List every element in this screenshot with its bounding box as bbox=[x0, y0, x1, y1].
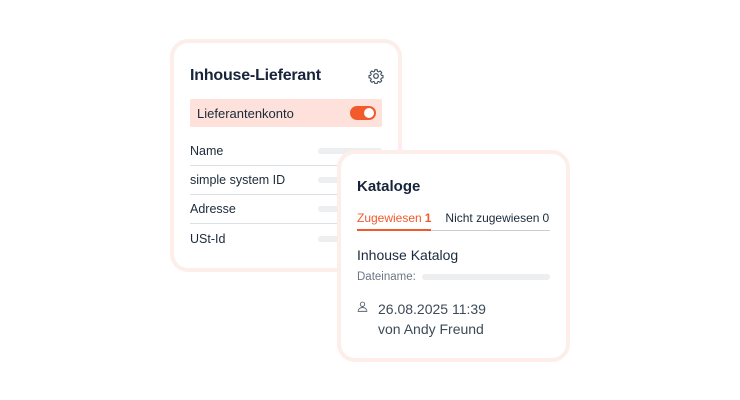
catalog-card: Kataloge Zugewiesen 1 Nicht zugewiesen 0 I… bbox=[341, 154, 566, 358]
supplier-account-row: Lieferantenkonto bbox=[190, 99, 382, 127]
supplier-account-toggle[interactable] bbox=[350, 106, 376, 120]
tab-assigned-label: Zugewiesen bbox=[357, 211, 422, 225]
catalog-meta-text: 26.08.2025 11:39 von Andy Freund bbox=[378, 299, 486, 339]
catalog-date: 26.08.2025 11:39 bbox=[378, 301, 486, 317]
catalog-author: von Andy Freund bbox=[378, 321, 484, 337]
catalog-name[interactable]: Inhouse Katalog bbox=[357, 247, 550, 263]
field-label-name: Name bbox=[190, 144, 224, 158]
filename-row: Dateiname: bbox=[357, 271, 550, 283]
person-icon bbox=[357, 301, 368, 312]
tab-unassigned-label: Nicht zugewiesen bbox=[445, 211, 540, 225]
tab-unassigned-count: 0 bbox=[542, 211, 550, 225]
catalog-card-title: Kataloge bbox=[357, 178, 421, 195]
toggle-knob bbox=[364, 108, 374, 118]
catalog-tabs: Zugewiesen 1 Nicht zugewiesen 0 bbox=[357, 211, 550, 231]
supplier-account-label: Lieferantenkonto bbox=[197, 105, 294, 121]
gear-icon[interactable] bbox=[368, 68, 384, 84]
filename-label: Dateiname: bbox=[357, 271, 416, 283]
field-label-address: Adresse bbox=[190, 202, 236, 216]
catalog-card-frame: Kataloge Zugewiesen 1 Nicht zugewiesen 0 I… bbox=[337, 150, 570, 362]
field-label-system-id: simple system ID bbox=[190, 173, 286, 187]
supplier-card-title: Inhouse-Lieferant bbox=[190, 67, 321, 84]
tab-unassigned[interactable]: Nicht zugewiesen 0 bbox=[445, 211, 549, 230]
catalog-meta: 26.08.2025 11:39 von Andy Freund bbox=[357, 299, 550, 339]
filename-placeholder bbox=[421, 274, 550, 280]
tab-assigned[interactable]: Zugewiesen 1 bbox=[357, 211, 432, 231]
tab-assigned-count: 1 bbox=[424, 211, 432, 225]
field-label-vat-id: USt-Id bbox=[190, 231, 226, 246]
